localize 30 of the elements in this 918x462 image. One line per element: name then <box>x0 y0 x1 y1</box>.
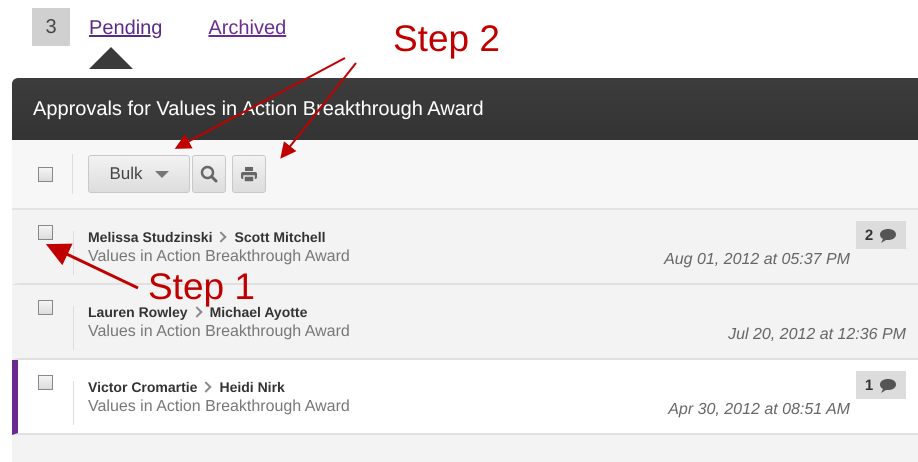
search-button[interactable] <box>192 155 226 193</box>
tab-link[interactable]: Pending <box>89 16 166 38</box>
row-checkbox[interactable] <box>38 375 53 390</box>
nominator-name: Melissa Studzinski <box>88 229 212 245</box>
row-checkbox[interactable] <box>38 225 53 240</box>
select-all-checkbox[interactable] <box>38 166 53 182</box>
comment-count-badge[interactable]: 2 <box>856 221 906 249</box>
nominee-name: Scott Mitchell <box>234 229 326 245</box>
date-text: Aug 01, 2012 at 05:37 PM <box>664 251 850 269</box>
award-name: Values in Action Breakthrough Award <box>88 323 351 341</box>
date-text: Apr 30, 2012 at 08:51 AM <box>668 401 850 419</box>
date-text: Jul 20, 2012 at 12:36 PM <box>728 326 906 344</box>
search-icon <box>200 165 218 183</box>
nominee-name: Heidi Nirk <box>219 379 285 395</box>
nominee-name: Michael Ayotte <box>210 304 308 320</box>
row-checkbox[interactable] <box>38 300 53 315</box>
approval-row[interactable]: Victor Cromartie Heidi Nirk Values in Action Breakthrough Award Apr 30, 2012 at 08:51 AM 1 <box>12 360 918 435</box>
award-name: Values in Action Breakthrough Award <box>88 398 351 416</box>
comment-count-badge[interactable]: 1 <box>856 371 906 399</box>
printer-icon <box>240 166 258 182</box>
speech-bubble-icon <box>879 378 898 392</box>
count-badge: 3 <box>32 8 70 46</box>
nominator-name: Victor Cromartie <box>88 379 198 395</box>
print-button[interactable] <box>232 155 266 193</box>
award-name: Values in Action Breakthrough Award <box>88 248 351 266</box>
bulk-dropdown-button[interactable]: Bulk <box>88 155 190 193</box>
nominator-name: Lauren Rowley <box>88 304 188 320</box>
caret-icon <box>154 170 169 178</box>
speech-bubble-icon <box>879 228 898 242</box>
tab-link[interactable]: Archived <box>208 16 290 38</box>
